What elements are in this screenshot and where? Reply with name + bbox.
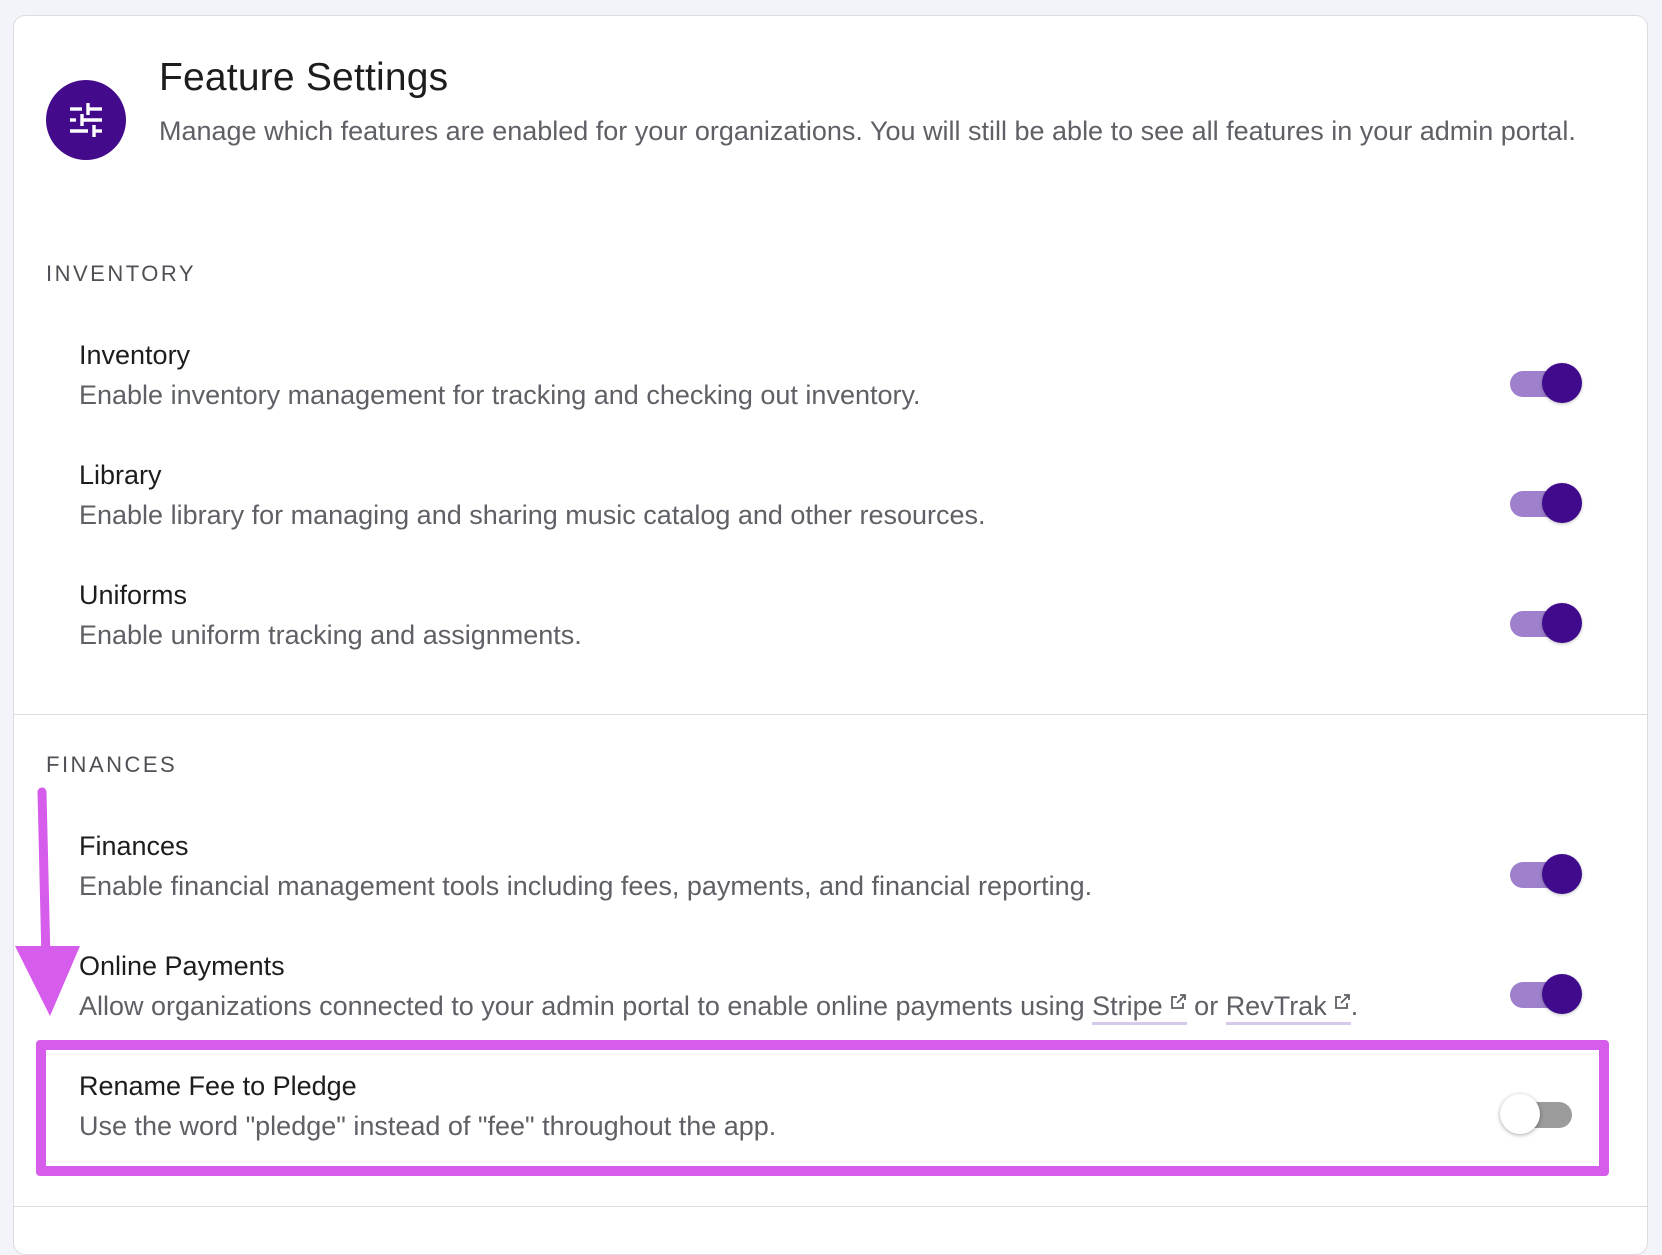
feature-title: Library [79, 460, 162, 490]
feature-title: Online Payments [79, 951, 285, 981]
inventory-toggle[interactable] [1508, 359, 1582, 403]
external-link-icon [1170, 994, 1186, 1009]
external-link-icon [1334, 994, 1350, 1009]
feature-row-online-payments: Online Payments Allow organizations conn… [79, 951, 1582, 1041]
description-suffix: . [1350, 991, 1359, 1021]
feature-description: Enable financial management tools includ… [79, 871, 1093, 901]
section-label-inventory: INVENTORY [46, 261, 197, 286]
feature-row-finances: Finances Enable financial management too… [79, 831, 1582, 921]
toggle-thumb [1542, 363, 1582, 403]
page-title: Feature Settings [159, 56, 449, 99]
feature-description: Enable uniform tracking and assignments. [79, 620, 582, 650]
toggle-thumb [1542, 603, 1582, 643]
toggle-thumb [1542, 483, 1582, 523]
feature-title: Finances [79, 831, 189, 861]
finances-toggle[interactable] [1508, 850, 1582, 894]
feature-description: Enable library for managing and sharing … [79, 500, 986, 530]
revtrak-link-label: RevTrak [1225, 991, 1327, 1021]
feature-row-library: Library Enable library for managing and … [79, 460, 1582, 550]
feature-description: Allow organizations connected to your ad… [79, 991, 1359, 1025]
feature-title: Uniforms [79, 580, 188, 610]
page-description: Manage which features are enabled for yo… [159, 116, 1576, 146]
online-payments-toggle[interactable] [1508, 970, 1582, 1014]
uniforms-toggle[interactable] [1508, 599, 1582, 643]
sliders-icon [46, 80, 126, 160]
highlight-annotation-box [36, 1040, 1609, 1176]
section-divider [14, 714, 1647, 715]
feature-row-uniforms: Uniforms Enable uniform tracking and ass… [79, 580, 1582, 670]
stripe-link[interactable]: Stripe [1092, 991, 1187, 1025]
description-connector: or [1186, 991, 1226, 1021]
revtrak-link[interactable]: RevTrak [1225, 991, 1351, 1025]
description-prefix: Allow organizations connected to your ad… [79, 991, 1093, 1021]
toggle-thumb [1542, 854, 1582, 894]
feature-row-inventory: Inventory Enable inventory management fo… [79, 340, 1582, 430]
stripe-link-label: Stripe [1092, 991, 1163, 1021]
feature-description: Enable inventory management for tracking… [79, 380, 921, 410]
section-divider [14, 1206, 1647, 1207]
toggle-thumb [1542, 974, 1582, 1014]
feature-title: Inventory [79, 340, 191, 370]
library-toggle[interactable] [1508, 479, 1582, 523]
section-label-finances: FINANCES [46, 752, 178, 777]
